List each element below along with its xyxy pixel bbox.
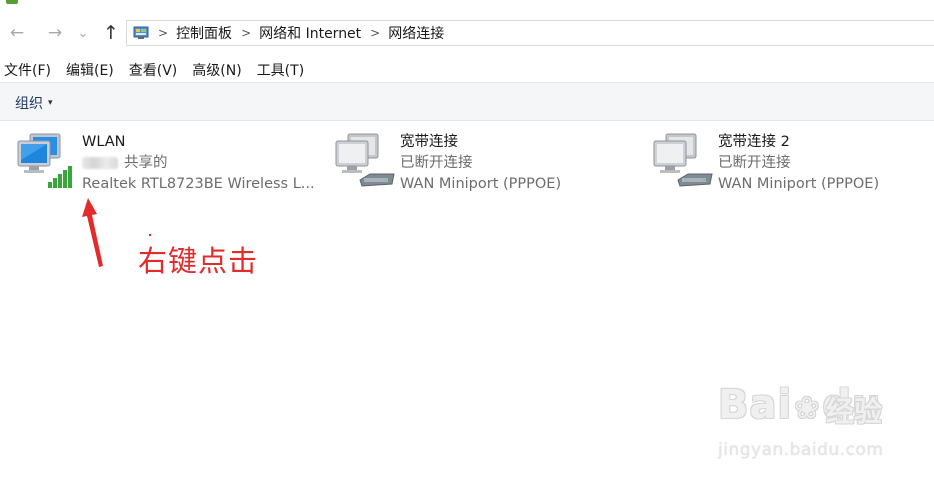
breadcrumb-separator: > bbox=[370, 26, 381, 40]
connection-item-broadband-2[interactable]: 宽带连接 2 已断开连接 WAN Miniport (PPPOE) bbox=[652, 130, 932, 200]
broadband-modem-icon bbox=[334, 132, 396, 190]
baidu-watermark: Bai❀du 经验 jingyan.baidu.com bbox=[716, 378, 926, 468]
annotation-label: 右键点击 bbox=[138, 244, 259, 278]
breadcrumb-control-panel[interactable]: 控制面板 bbox=[176, 23, 232, 43]
connection-status-text: 共享的 bbox=[124, 155, 168, 171]
connection-name: 宽带连接 2 bbox=[718, 134, 790, 150]
connection-name: 宽带连接 bbox=[400, 134, 458, 150]
breadcrumb-network-internet[interactable]: 网络和 Internet bbox=[259, 23, 361, 43]
back-arrow-icon: ← bbox=[9, 23, 25, 43]
menu-tools[interactable]: 工具(T) bbox=[253, 60, 308, 80]
menu-view[interactable]: 查看(V) bbox=[125, 60, 182, 80]
control-panel-icon bbox=[133, 25, 149, 41]
annotation-arrow-icon bbox=[82, 198, 103, 267]
address-bar[interactable]: > 控制面板 > 网络和 Internet > 网络连接 bbox=[126, 20, 934, 46]
recent-locations-button[interactable]: ⌄ bbox=[76, 22, 90, 44]
connection-item-wlan[interactable]: WLAN 共享的 Realtek RTL8723BE Wireless L... bbox=[16, 130, 316, 200]
paw-icon: ❀ bbox=[794, 391, 821, 426]
redacted-network-name bbox=[82, 157, 118, 169]
connection-name: WLAN bbox=[82, 134, 126, 150]
connection-details: 宽带连接 已断开连接 WAN Miniport (PPPOE) bbox=[400, 132, 561, 195]
wifi-network-icon bbox=[16, 132, 78, 190]
watermark-brand-part1: Bai bbox=[718, 382, 793, 428]
forward-button[interactable]: → bbox=[44, 22, 66, 44]
organize-label: 组织 bbox=[15, 96, 43, 112]
connection-device: WAN Miniport (PPPOE) bbox=[400, 176, 562, 192]
connection-status: 已断开连接 bbox=[400, 155, 473, 171]
navigation-bar: ← → ⌄ ↑ > 控制面板 > 网络和 Internet > 网络连接 bbox=[0, 16, 934, 50]
app-icon bbox=[6, 0, 18, 4]
menu-edit[interactable]: 编辑(E) bbox=[62, 60, 118, 80]
connection-device: WAN Miniport (PPPOE) bbox=[718, 176, 880, 192]
watermark-cn: 经验 bbox=[826, 395, 883, 428]
caret-down-icon: ▾ bbox=[48, 98, 53, 108]
window-top-edge bbox=[0, 0, 934, 8]
broadband-modem-icon bbox=[652, 132, 714, 190]
organize-button[interactable]: 组织 ▾ bbox=[15, 93, 53, 113]
breadcrumb-separator: > bbox=[241, 26, 252, 40]
breadcrumb-network-connections[interactable]: 网络连接 bbox=[388, 23, 444, 43]
breadcrumb-separator: > bbox=[158, 26, 169, 40]
connection-item-broadband[interactable]: 宽带连接 已断开连接 WAN Miniport (PPPOE) bbox=[334, 130, 634, 200]
menu-advanced[interactable]: 高级(N) bbox=[188, 60, 245, 80]
menu-bar: 文件(F) 编辑(E) 查看(V) 高级(N) 工具(T) bbox=[0, 58, 315, 82]
annotation-dot bbox=[149, 234, 151, 236]
connection-status: 共享的 bbox=[82, 153, 315, 174]
back-button[interactable]: ← bbox=[6, 22, 28, 44]
forward-arrow-icon: → bbox=[47, 23, 63, 43]
chevron-down-icon: ⌄ bbox=[77, 25, 89, 41]
command-bar: 组织 ▾ bbox=[0, 82, 934, 121]
menu-file[interactable]: 文件(F) bbox=[0, 60, 55, 80]
connection-device: Realtek RTL8723BE Wireless L... bbox=[82, 176, 315, 192]
connection-status: 已断开连接 bbox=[718, 155, 791, 171]
connection-details: 宽带连接 2 已断开连接 WAN Miniport (PPPOE) bbox=[718, 132, 879, 195]
up-arrow-icon: ↑ bbox=[103, 22, 119, 44]
up-button[interactable]: ↑ bbox=[100, 22, 122, 44]
connection-details: WLAN 共享的 Realtek RTL8723BE Wireless L... bbox=[82, 132, 315, 195]
watermark-url: jingyan.baidu.com bbox=[718, 440, 884, 460]
